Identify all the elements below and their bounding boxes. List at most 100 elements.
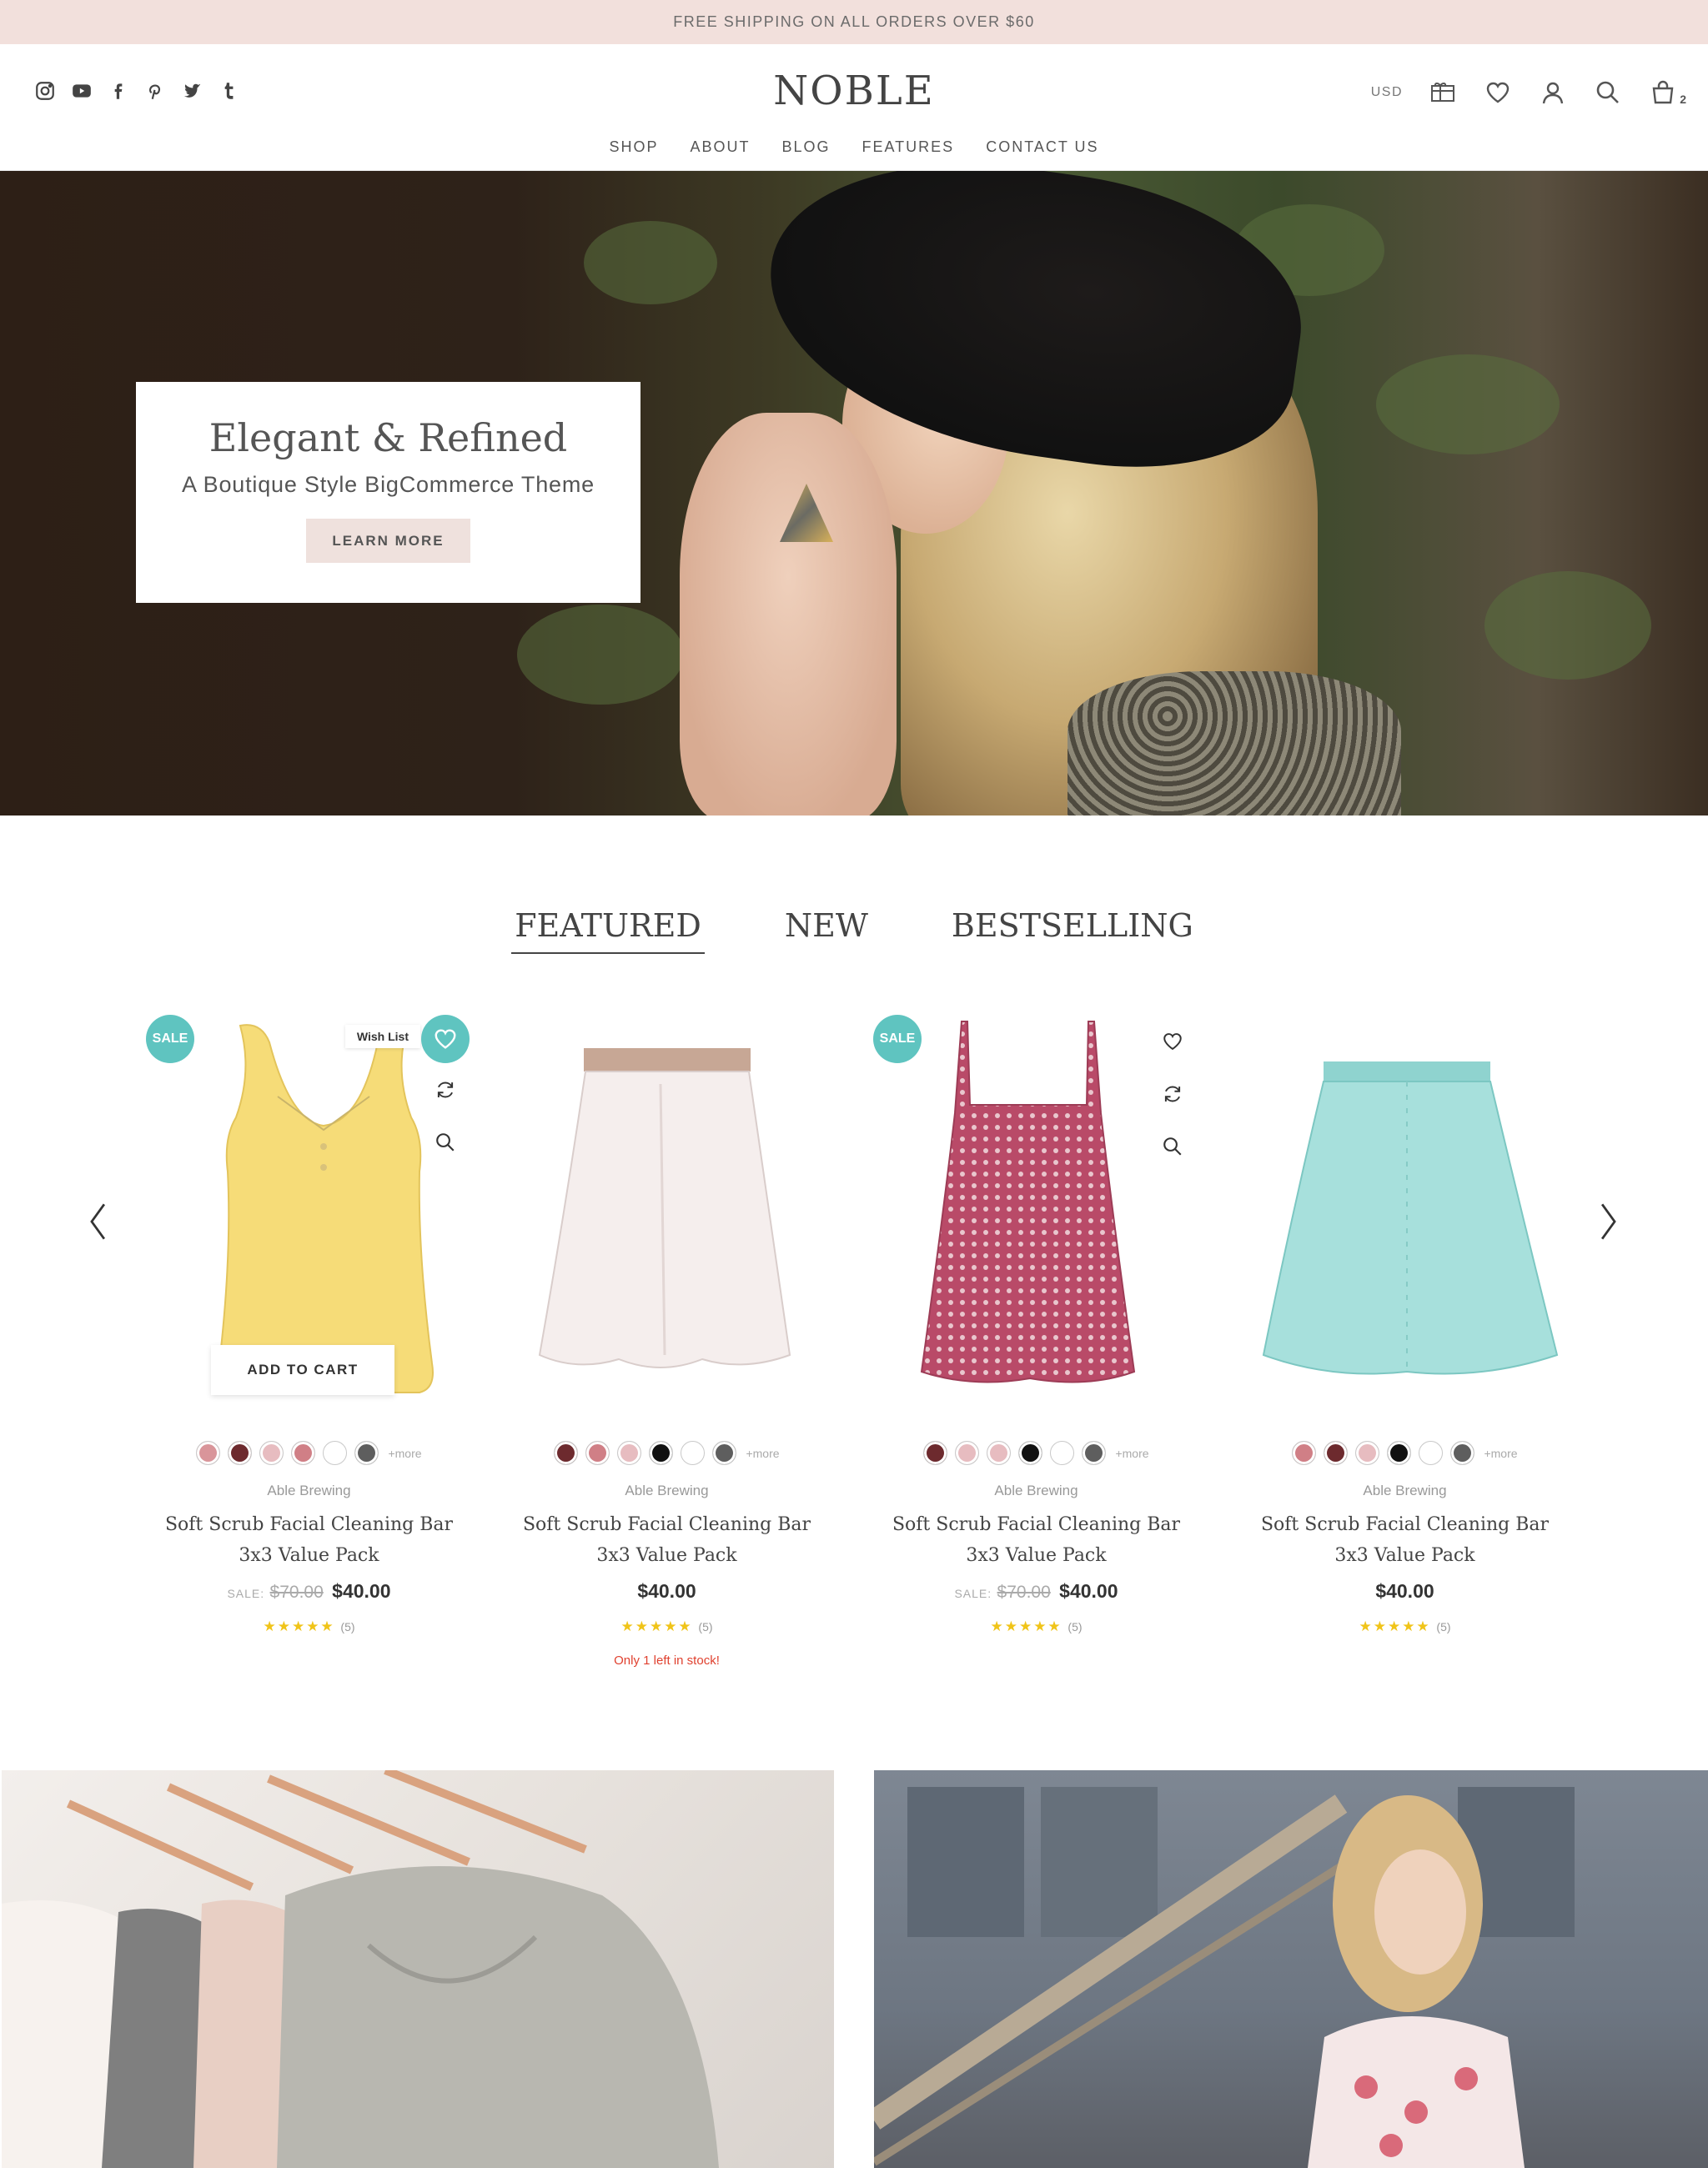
product-price: $40.00 [1232,1580,1578,1603]
color-swatch[interactable] [354,1441,379,1465]
color-swatch[interactable] [1018,1441,1043,1465]
more-colors-link[interactable]: +more [1484,1447,1517,1460]
more-colors-link[interactable]: +more [1115,1447,1148,1460]
nav-contact-us[interactable]: CONTACT US [986,138,1098,156]
color-swatch[interactable] [923,1441,948,1465]
product-card[interactable]: SALE Wish List ADD TO CART +more Able Br… [136,1005,482,1705]
color-swatch[interactable] [1450,1441,1475,1465]
quick-view-button[interactable] [420,1116,470,1168]
tab-bestselling[interactable]: BESTSELLING [952,907,1193,954]
nav-about[interactable]: ABOUT [690,138,750,156]
color-swatch[interactable] [554,1441,579,1465]
carousel-prev-button[interactable] [82,1201,115,1242]
nav-features[interactable]: FEATURES [862,138,955,156]
product-price: $40.00 [494,1580,840,1603]
current-price: $40.00 [332,1580,391,1602]
compare-button[interactable] [1148,1067,1198,1120]
color-swatch[interactable] [228,1441,253,1465]
color-swatch[interactable] [259,1441,284,1465]
product-title[interactable]: Soft Scrub Facial Cleaning Bar 3x3 Value… [888,1509,1184,1571]
tab-new[interactable]: NEW [785,907,868,954]
cart-count-badge: 2 [1680,93,1686,106]
product-title-line: 3x3 Value Pack [966,1545,1107,1566]
currency-selector[interactable]: USD [1371,85,1403,100]
product-card[interactable]: +more Able Brewing Soft Scrub Facial Cle… [1232,1005,1578,1705]
color-swatch[interactable] [1387,1441,1412,1465]
foliage-decoration [584,221,717,304]
color-swatch[interactable] [617,1441,642,1465]
color-swatch[interactable] [987,1441,1012,1465]
refresh-icon [1164,1086,1181,1102]
more-colors-link[interactable]: +more [388,1447,421,1460]
color-swatch[interactable] [649,1441,674,1465]
wishlist-button[interactable] [1148,1015,1198,1067]
foliage-decoration [1484,571,1651,680]
color-swatch[interactable] [681,1441,706,1465]
carousel-next-button[interactable] [1591,1201,1625,1242]
wishlist-button[interactable] [421,1015,470,1063]
product-image[interactable] [494,1005,840,1405]
color-swatch[interactable] [712,1441,737,1465]
tab-featured[interactable]: FEATURED [511,907,705,954]
product-title-line: 3x3 Value Pack [239,1545,379,1566]
gift-certificate-icon[interactable] [1428,78,1458,108]
chevron-left-icon [90,1203,106,1240]
product-tabs: FEATURED NEW BESTSELLING [0,907,1708,954]
wishlist-tooltip: Wish List [344,1025,420,1048]
search-icon[interactable] [1593,78,1623,108]
more-colors-link[interactable]: +more [746,1447,779,1460]
color-swatch[interactable] [1082,1441,1107,1465]
hero-card: Elegant & Refined A Boutique Style BigCo… [136,382,640,603]
product-title[interactable]: Soft Scrub Facial Cleaning Bar 3x3 Value… [1257,1509,1553,1571]
hero-banner: Elegant & Refined A Boutique Style BigCo… [0,171,1708,816]
chevron-right-icon [1600,1203,1616,1240]
color-swatch[interactable] [291,1441,316,1465]
add-to-cart-button[interactable]: ADD TO CART [211,1345,394,1395]
promo-banner-model[interactable] [874,1770,1708,2168]
current-price: $40.00 [1059,1580,1118,1602]
hero-title: Elegant & Refined [208,415,568,460]
nav-blog[interactable]: BLOG [781,138,830,156]
color-swatch[interactable] [323,1441,348,1465]
wishlist-heart-icon[interactable] [1483,78,1513,108]
site-header: NOBLE USD 2 SHOP ABOUT BLOG FEATURES CON… [0,44,1708,171]
product-rating: ★★★★★ (5) [494,1618,840,1635]
product-card[interactable]: +more Able Brewing Soft Scrub Facial Cle… [494,1005,840,1705]
product-rating: ★★★★★ (5) [136,1618,482,1635]
cart-bag-icon[interactable]: 2 [1648,78,1686,108]
sale-label: SALE: [227,1587,265,1600]
color-swatch[interactable] [585,1441,610,1465]
color-swatch[interactable] [1050,1441,1075,1465]
rating-stars: ★★★★★ [1359,1618,1431,1634]
promo-banner-hangers[interactable] [2,1770,834,2168]
rating-stars: ★★★★★ [990,1618,1062,1634]
color-swatch[interactable] [1292,1441,1317,1465]
product-brand[interactable]: Able Brewing [136,1483,482,1499]
product-brand[interactable]: Able Brewing [1232,1483,1578,1499]
rating-count: (5) [340,1620,355,1634]
product-brand[interactable]: Able Brewing [494,1483,840,1499]
product-actions [1148,1015,1198,1172]
product-price: SALE: $70.00 $40.00 [863,1580,1209,1603]
account-icon[interactable] [1538,78,1568,108]
refresh-icon [437,1081,454,1097]
color-swatch[interactable] [1355,1441,1380,1465]
product-title[interactable]: Soft Scrub Facial Cleaning Bar 3x3 Value… [519,1509,815,1571]
low-stock-notice: Only 1 left in stock! [614,1654,720,1668]
color-swatch[interactable] [196,1441,221,1465]
quick-view-button[interactable] [1148,1120,1198,1172]
hero-subtitle: A Boutique Style BigCommerce Theme [182,472,595,497]
product-rating: ★★★★★ (5) [863,1618,1209,1635]
product-brand[interactable]: Able Brewing [863,1483,1209,1499]
color-swatch[interactable] [1324,1441,1349,1465]
product-image[interactable] [1232,1005,1578,1405]
main-nav: SHOP ABOUT BLOG FEATURES CONTACT US [0,138,1708,156]
nav-shop[interactable]: SHOP [609,138,658,156]
color-swatch[interactable] [955,1441,980,1465]
learn-more-button[interactable]: LEARN MORE [306,519,470,563]
color-swatch[interactable] [1419,1441,1444,1465]
product-card[interactable]: SALE +more Able Brewing Soft Scrub Facia… [863,1005,1209,1705]
product-title[interactable]: Soft Scrub Facial Cleaning Bar 3x3 Value… [161,1509,457,1571]
sale-label: SALE: [954,1587,992,1600]
compare-button[interactable] [420,1063,470,1116]
